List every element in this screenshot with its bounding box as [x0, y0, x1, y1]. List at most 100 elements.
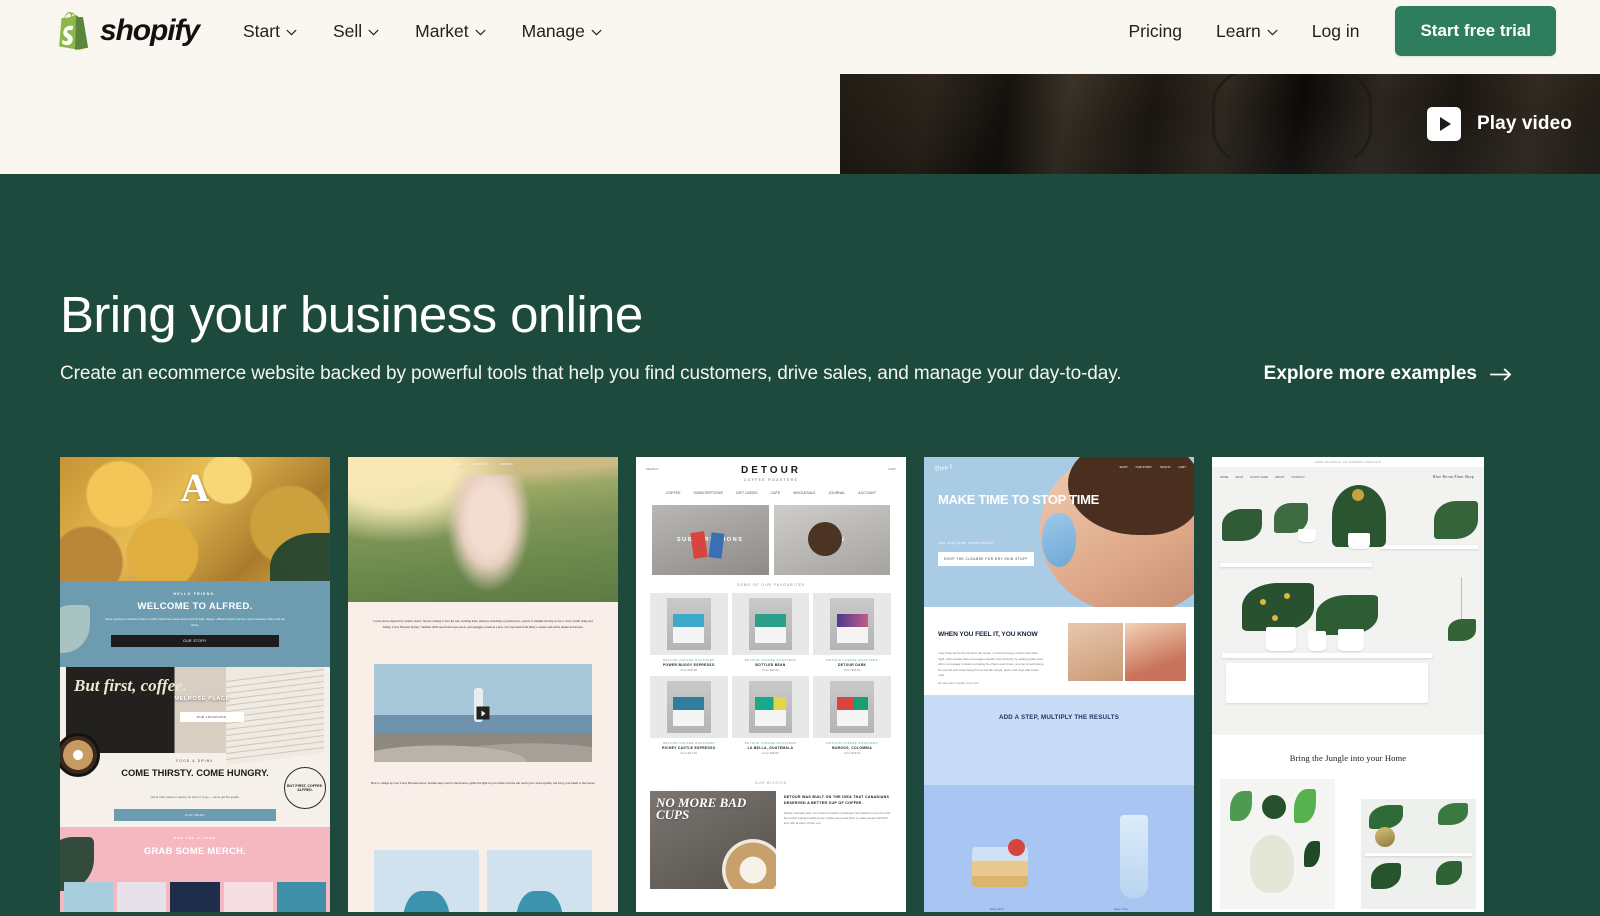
product-title: BOTTLED BEAN: [755, 663, 786, 668]
nav-item-learn[interactable]: Learn: [1214, 15, 1280, 48]
product-vendor: DETOUR COFFEE ROASTERS: [744, 741, 797, 746]
example-card-alfred[interactable]: A HELLO FRIEND. WELCOME TO ALFRED. Since…: [60, 457, 330, 913]
decor-pot: [1338, 629, 1364, 652]
example-card-fashion[interactable]: SHOP ABOUT US JOURNAL Lucite pieces insp…: [348, 457, 618, 913]
skincare-nav-signin[interactable]: SIGN IN: [1160, 465, 1170, 469]
detour-story-row: NO MORE BAD CUPS DETOUR WAS BUILT ON THE…: [650, 791, 892, 890]
example-card-skincare[interactable]: Then I SHOP OUR STORY SIGN IN CART MAKE …: [924, 457, 1194, 913]
detour-nav-journal[interactable]: JOURNAL: [829, 491, 846, 495]
detour-product-3[interactable]: DETOUR COFFEE ROASTERS DETOUR DARK From …: [813, 593, 891, 672]
alfred-our-menu-button[interactable]: OUR MENU: [114, 809, 276, 822]
shopify-logo-link[interactable]: shopify: [57, 12, 200, 50]
decor-pot: [1308, 631, 1326, 652]
detour-header: DETOUR COFFEE ROASTERS SEARCH CART COFFE…: [636, 457, 906, 502]
product-vendor: DETOUR COFFEE ROASTERS: [826, 658, 879, 663]
fashion-product-left[interactable]: [374, 850, 479, 913]
hero-video-banner[interactable]: Play video: [840, 74, 1600, 174]
detour-product-2[interactable]: DETOUR COFFEE ROASTERS BOTTLED BEAN From…: [731, 593, 810, 672]
detour-banner-1-label: SUBSCRIPTIONS: [676, 537, 744, 544]
plantshop-leaf-flatlay[interactable]: [1220, 779, 1336, 910]
fashion-nav-shop[interactable]: SHOP: [453, 462, 461, 466]
detour-product-5[interactable]: DETOUR COFFEE ROASTERS LA BELLA, GUATEMA…: [731, 676, 810, 756]
skincare-feel-section: WHEN YOU FEEL IT, YOU KNOW I can't help …: [924, 607, 1194, 696]
decor-plant: [1222, 509, 1262, 542]
detour-search[interactable]: SEARCH: [646, 467, 659, 471]
detour-cart[interactable]: CART: [888, 467, 896, 471]
decor-shelf: [1380, 545, 1478, 550]
fashion-product-duo: [374, 850, 592, 913]
plantshop-headline: Bring the Jungle into your Home: [1289, 753, 1407, 764]
alfred-welcome-section: HELLO FRIEND. WELCOME TO ALFRED. Since o…: [60, 581, 330, 668]
nav-label-manage: Manage: [521, 20, 585, 41]
example-card-plantshop[interactable]: FREE SHIPPING ON ORDERS OVER $75 HOME SH…: [1212, 457, 1484, 913]
fashion-product-right[interactable]: [487, 850, 592, 913]
fashion-video-thumbnail[interactable]: [374, 664, 592, 763]
plantshop-nav-contact[interactable]: CONTACT: [1292, 475, 1305, 479]
nav-item-sell[interactable]: Sell: [331, 15, 381, 48]
detour-product-6[interactable]: DETOUR COFFEE ROASTERS BURGOS, COLOMBIA …: [813, 676, 891, 755]
chevron-down-icon: [1267, 29, 1278, 35]
plantshop-nav-care[interactable]: PLANT CARE: [1250, 475, 1268, 479]
skincare-sub-1: Light, quick, gentle, infused into pool.: [938, 541, 994, 546]
alfred-our-story-button[interactable]: OUR STORY: [111, 634, 279, 647]
plantshop-shelf-photo[interactable]: [1361, 799, 1476, 910]
fashion-nav-about[interactable]: ABOUT US: [473, 462, 488, 466]
decor-hanging-plant: [1448, 619, 1476, 642]
detour-nav-account[interactable]: ACCOUNT: [858, 491, 876, 495]
product-vendor: DETOUR COFFEE ROASTERS: [826, 741, 879, 746]
detour-nav-coffee[interactable]: COFFEE: [666, 491, 681, 495]
product-price: From $18.00: [762, 751, 779, 756]
skincare-product-1-caption: Step One SOFTEN AND NOURISH WITH THE CLE…: [942, 907, 1052, 912]
detour-nav-wholesale[interactable]: WHOLESALE: [793, 491, 815, 495]
detour-story-title: DETOUR WAS BUILT ON THE IDEA THAT CANADI…: [783, 795, 890, 805]
detour-product-1[interactable]: DETOUR COFFEE ROASTERS POWER BUGGY ESPRE…: [650, 593, 728, 672]
detour-poster-text: NO MORE BAD CUPS: [656, 795, 747, 823]
nav-item-pricing[interactable]: Pricing: [1127, 15, 1185, 48]
detour-banner-2-label: LEARN: [818, 537, 846, 544]
fashion-nav-journal[interactable]: JOURNAL: [500, 462, 514, 466]
plantshop-nav-shop[interactable]: SHOP: [1235, 475, 1243, 479]
fashion-body-2: How to change up your Corey Moranis piec…: [370, 781, 596, 786]
detour-banner-learn[interactable]: LEARN: [773, 505, 890, 576]
explore-more-examples-link[interactable]: Explore more examples: [1264, 363, 1540, 385]
detour-nav-subscriptions[interactable]: SUBSCRIPTIONS: [693, 491, 722, 495]
skincare-script-logo: Then I: [933, 462, 953, 474]
detour-banner-subscriptions[interactable]: SUBSCRIPTIONS: [652, 505, 769, 576]
nav-item-start[interactable]: Start: [241, 15, 299, 48]
alfred-eyebrow-3: REP THE A-TEAM: [173, 836, 217, 841]
plantshop-nav-home[interactable]: HOME: [1220, 475, 1228, 479]
plantshop-nav-about[interactable]: ABOUT: [1275, 475, 1285, 479]
product-title: DETOUR DARK: [837, 663, 867, 668]
skincare-product-gel[interactable]: [1120, 815, 1148, 900]
nav-item-manage[interactable]: Manage: [520, 15, 604, 48]
example-card-detour[interactable]: DETOUR COFFEE ROASTERS SEARCH CART COFFE…: [636, 457, 906, 913]
alfred-our-locations-button[interactable]: OUR LOCATIONS: [179, 711, 244, 722]
skincare-nav-shop[interactable]: SHOP: [1120, 465, 1128, 469]
product-price: From $16.00: [843, 668, 861, 673]
decor-coffee-cup: [721, 839, 776, 890]
skincare-nav-cart[interactable]: CART: [1178, 465, 1186, 469]
skincare-nav-story[interactable]: OUR STORY: [1135, 465, 1152, 469]
decor-product-bottle: [1042, 513, 1076, 568]
detour-nav-cafe[interactable]: CAFE: [771, 491, 781, 495]
play-video-label: Play video: [1477, 113, 1572, 134]
play-video-button[interactable]: Play video: [1427, 107, 1572, 141]
detour-product-4[interactable]: DETOUR COFFEE ROASTERS RICHEY CASTLE ESP…: [650, 676, 728, 755]
play-icon[interactable]: [476, 706, 490, 720]
hero-section: Bring your business online Create an eco…: [0, 174, 1600, 385]
skincare-hero-button[interactable]: SHOP THE CLEANSE FOR DRY SKIN STUFF: [938, 552, 1034, 567]
alfred-quote: But first, coffee.: [74, 676, 188, 696]
fashion-body: Lucite pieces inspired by nature's dance…: [348, 602, 618, 913]
start-free-trial-button[interactable]: Start free trial: [1395, 6, 1556, 56]
plantshop-announce-text: FREE SHIPPING ON ORDERS OVER $75: [1314, 460, 1382, 465]
detour-nav-giftcards[interactable]: GIFT CARDS: [736, 491, 758, 495]
skincare-product-balm[interactable]: [972, 839, 1028, 888]
nav-item-login[interactable]: Log in: [1310, 15, 1362, 48]
decor-leaf: [60, 605, 90, 654]
skincare-headline-2: WHEN YOU FEEL IT, YOU KNOW: [938, 631, 1038, 639]
alfred-body-1: Since opening on Melrose Place in 2013, …: [105, 617, 285, 627]
skincare-headline-1: MAKE TIME TO STOP TIME: [938, 492, 1099, 508]
nav-label-market: Market: [415, 20, 469, 41]
chevron-down-icon: [286, 29, 297, 35]
nav-item-market[interactable]: Market: [413, 15, 487, 48]
